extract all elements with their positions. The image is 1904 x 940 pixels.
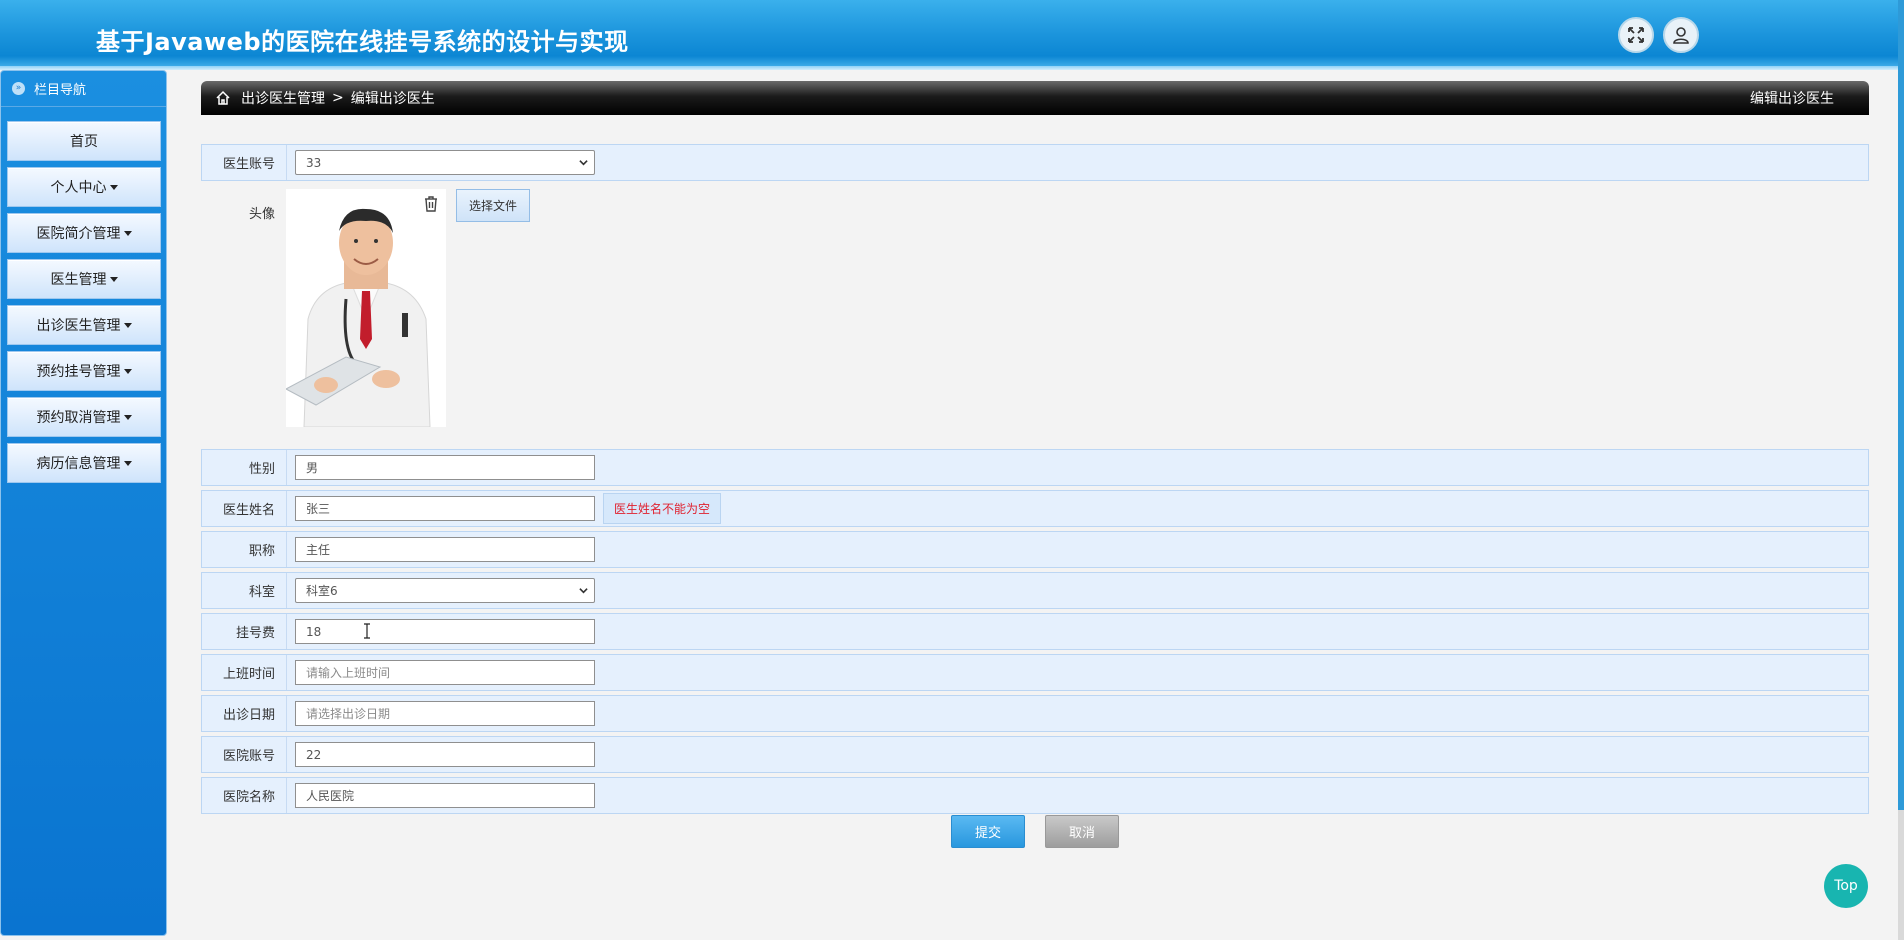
sidebar-item-cancellations[interactable]: 预约取消管理 — [7, 397, 161, 437]
fullscreen-button[interactable] — [1618, 17, 1654, 53]
text-cursor-icon — [364, 623, 370, 639]
doctor-name-label: 医生姓名 — [202, 491, 287, 526]
caret-down-icon — [109, 276, 118, 282]
doctor-name-error: 医生姓名不能为空 — [603, 493, 722, 524]
work-time-input[interactable]: 请输入上班时间 — [295, 660, 595, 685]
department-value: 科室6 — [306, 584, 338, 598]
sidebar-header: » 栏目导航 — [1, 71, 166, 107]
caret-down-icon — [123, 460, 132, 466]
form-row-doctor-name: 医生姓名 张三 医生姓名不能为空 — [201, 490, 1869, 527]
form-row-gender: 性别 男 — [201, 449, 1869, 486]
caret-down-icon — [123, 414, 132, 420]
form-row-fee: 挂号费 18 — [201, 613, 1869, 650]
sidebar-item-label: 出诊医生管理 — [36, 318, 121, 334]
page-title: 编辑出诊医生 — [1750, 91, 1834, 107]
form-row-visit-date: 出诊日期 请选择出诊日期 — [201, 695, 1869, 732]
form-row-department: 科室 科室6 — [201, 572, 1869, 609]
chevron-down-icon — [579, 588, 588, 594]
choose-file-button[interactable]: 选择文件 — [456, 189, 530, 222]
sidebar-item-label: 预约取消管理 — [36, 410, 121, 426]
form-actions: 提交 取消 — [951, 815, 1119, 848]
title-label: 职称 — [202, 532, 287, 567]
work-time-label: 上班时间 — [202, 655, 287, 690]
sidebar: » 栏目导航 首页 个人中心 医院简介管理 医生管理 出诊医生管理 预约挂号管理… — [0, 70, 167, 936]
sidebar-item-label: 首页 — [70, 134, 98, 150]
avatar-preview — [286, 189, 446, 427]
gender-label: 性别 — [202, 450, 287, 485]
app-title: 基于Javaweb的医院在线挂号系统的设计与实现 — [96, 28, 629, 56]
expand-icon — [1628, 27, 1644, 43]
page-scrollbar[interactable] — [1898, 0, 1904, 940]
chevron-circle-icon: » — [12, 82, 25, 95]
department-select[interactable]: 科室6 — [295, 578, 595, 603]
cancel-button[interactable]: 取消 — [1045, 815, 1119, 848]
title-input[interactable]: 主任 — [295, 537, 595, 562]
app-header: 基于Javaweb的医院在线挂号系统的设计与实现 — [0, 0, 1904, 70]
chevron-down-icon — [579, 160, 588, 166]
breadcrumb: 出诊医生管理 > 编辑出诊医生 编辑出诊医生 — [201, 81, 1869, 115]
sidebar-item-label: 医生管理 — [50, 272, 107, 288]
form-row-doctor-account: 医生账号 33 — [201, 144, 1869, 181]
avatar-label: 头像 — [248, 207, 275, 222]
sidebar-item-hospital-intro[interactable]: 医院简介管理 — [7, 213, 161, 253]
back-to-top-button[interactable]: Top — [1824, 864, 1868, 908]
gender-input[interactable]: 男 — [295, 455, 595, 480]
sidebar-item-medical-records[interactable]: 病历信息管理 — [7, 443, 161, 483]
hospital-name-input[interactable]: 人民医院 — [295, 783, 595, 808]
form-row-hospital-name: 医院名称 人民医院 — [201, 777, 1869, 814]
user-button[interactable] — [1663, 17, 1699, 53]
user-icon — [1673, 27, 1689, 44]
sidebar-item-label: 预约挂号管理 — [36, 364, 121, 380]
visit-date-label: 出诊日期 — [202, 696, 287, 731]
form-row-hospital-account: 医院账号 22 — [201, 736, 1869, 773]
submit-button[interactable]: 提交 — [951, 815, 1025, 848]
caret-down-icon — [123, 230, 132, 236]
sidebar-item-label: 病历信息管理 — [36, 456, 121, 472]
sidebar-item-visiting-doctors[interactable]: 出诊医生管理 — [7, 305, 161, 345]
department-label: 科室 — [202, 573, 287, 608]
hospital-account-input[interactable]: 22 — [295, 742, 595, 767]
sidebar-item-label: 个人中心 — [50, 180, 107, 196]
doctor-account-label: 医生账号 — [202, 145, 287, 180]
breadcrumb-current: 编辑出诊医生 — [350, 91, 435, 107]
doctor-account-select[interactable]: 33 — [295, 150, 595, 175]
doctor-photo — [286, 189, 446, 427]
fee-label: 挂号费 — [202, 614, 287, 649]
caret-down-icon — [123, 368, 132, 374]
caret-down-icon — [109, 184, 118, 190]
sidebar-item-appointments[interactable]: 预约挂号管理 — [7, 351, 161, 391]
caret-down-icon — [123, 322, 132, 328]
fee-input[interactable]: 18 — [295, 619, 595, 644]
breadcrumb-parent[interactable]: 出诊医生管理 — [241, 88, 325, 108]
sidebar-item-home[interactable]: 首页 — [7, 121, 161, 161]
edit-doctor-form: 医生账号 33 头像 选择文件 性别 男 医生姓名 张三 医生姓名不能为空 职称… — [201, 144, 1869, 818]
form-row-work-time: 上班时间 请输入上班时间 — [201, 654, 1869, 691]
doctor-name-input[interactable]: 张三 — [295, 496, 595, 521]
sidebar-nav: 首页 个人中心 医院简介管理 医生管理 出诊医生管理 预约挂号管理 预约取消管理… — [7, 121, 161, 489]
trash-icon[interactable] — [422, 195, 440, 213]
form-row-avatar: 头像 选择文件 — [201, 185, 1869, 445]
sidebar-title: 栏目导航 — [34, 83, 87, 98]
doctor-account-value: 33 — [306, 155, 322, 170]
scrollbar-thumb[interactable] — [1898, 0, 1904, 810]
sidebar-item-doctors[interactable]: 医生管理 — [7, 259, 161, 299]
hospital-account-label: 医院账号 — [202, 737, 287, 772]
hospital-name-label: 医院名称 — [202, 778, 287, 813]
visit-date-input[interactable]: 请选择出诊日期 — [295, 701, 595, 726]
breadcrumb-separator: > — [332, 90, 344, 106]
form-row-title: 职称 主任 — [201, 531, 1869, 568]
sidebar-item-personal-center[interactable]: 个人中心 — [7, 167, 161, 207]
home-icon[interactable] — [215, 90, 231, 106]
sidebar-item-label: 医院简介管理 — [36, 226, 121, 242]
